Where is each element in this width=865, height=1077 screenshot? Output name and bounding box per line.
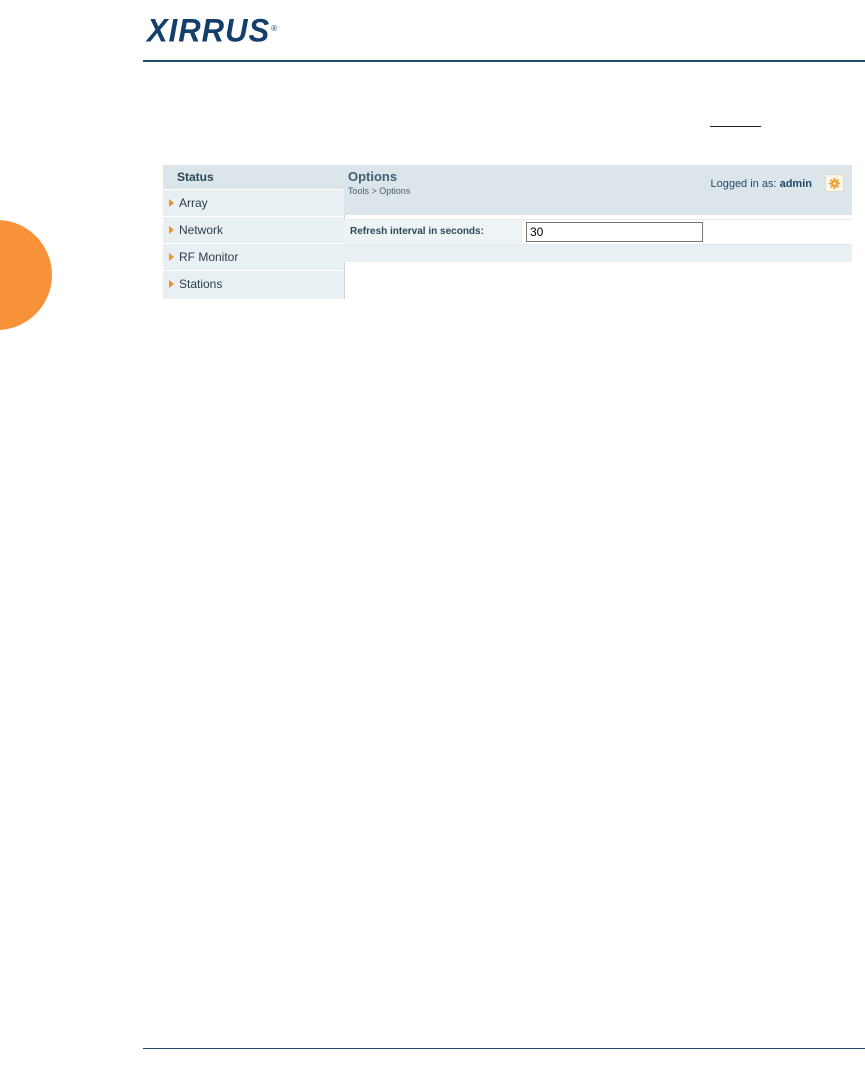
header-rule <box>143 60 865 62</box>
breadcrumb: Tools > Options <box>348 186 411 196</box>
logged-in-label: Logged in as: <box>710 178 777 190</box>
footer-rule <box>143 1048 865 1049</box>
sidebar-item-network[interactable]: Network <box>163 216 344 243</box>
page-header: Options Tools > Options Logged in as: ad… <box>344 165 852 215</box>
sidebar-item-label: Array <box>179 196 208 210</box>
sidebar-item-array[interactable]: Array <box>163 189 344 216</box>
refresh-interval-row: Refresh interval in seconds: <box>344 219 852 245</box>
triangle-right-icon <box>169 199 174 207</box>
logged-in-status: Logged in as: admin <box>710 178 812 190</box>
sidebar: Status Array Network RF Monitor Stations <box>163 165 345 299</box>
sidebar-title[interactable]: Status <box>163 165 344 189</box>
xirrus-logo: XIRRUS ® <box>147 10 277 52</box>
refresh-interval-label: Refresh interval in seconds: <box>350 226 484 237</box>
username: admin <box>779 178 812 190</box>
sidebar-item-rf-monitor[interactable]: RF Monitor <box>163 243 344 270</box>
sidebar-item-stations[interactable]: Stations <box>163 270 344 297</box>
main-panel: Options Tools > Options Logged in as: ad… <box>344 165 852 262</box>
form-footer-band <box>344 245 852 262</box>
triangle-right-icon <box>169 280 174 288</box>
settings-button[interactable] <box>825 174 844 192</box>
triangle-right-icon <box>169 226 174 234</box>
page-title: Options <box>348 169 398 184</box>
sidebar-item-label: RF Monitor <box>179 250 239 264</box>
refresh-label-cell: Refresh interval in seconds: <box>344 220 522 244</box>
gear-icon <box>829 177 840 189</box>
logo-registered-mark: ® <box>271 24 278 33</box>
cross-reference-underline <box>710 126 761 127</box>
refresh-interval-input[interactable] <box>526 222 703 242</box>
web-ui-screenshot: Status Array Network RF Monitor Stations… <box>163 165 852 300</box>
sidebar-item-label: Stations <box>179 277 223 291</box>
triangle-right-icon <box>169 253 174 261</box>
logo-text: XIRRUS <box>147 12 271 49</box>
sidebar-item-label: Network <box>179 223 224 237</box>
chapter-edge-tab <box>0 220 52 330</box>
